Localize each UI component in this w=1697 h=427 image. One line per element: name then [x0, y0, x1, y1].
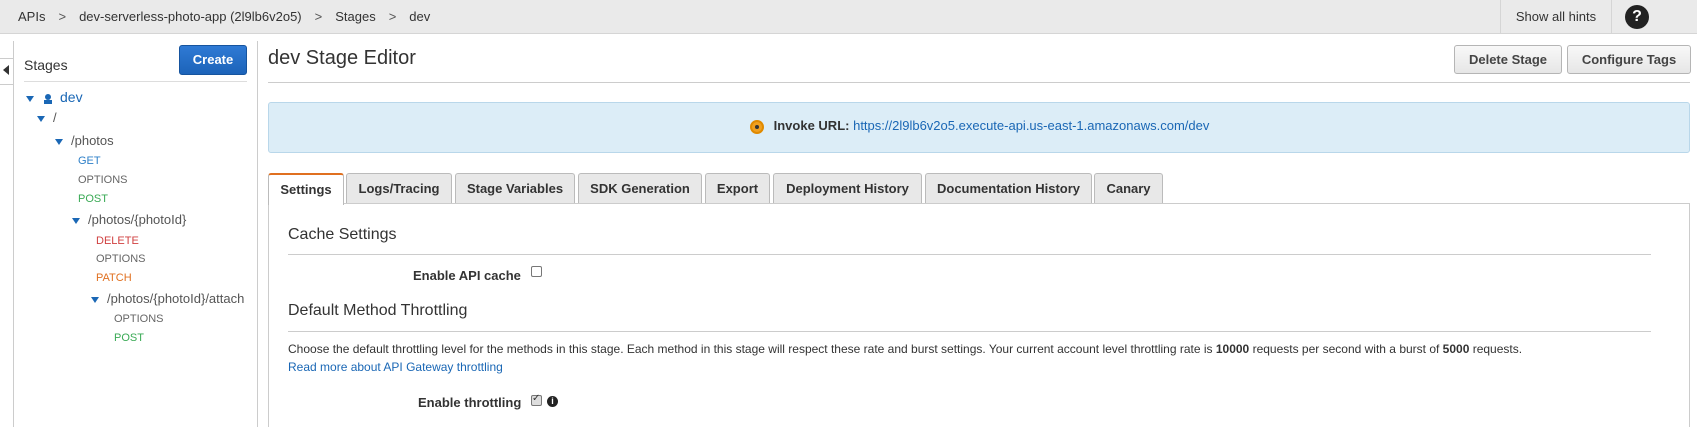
tab-logs-tracing[interactable]: Logs/Tracing [346, 173, 452, 203]
throttling-desc-text: requests per second with a burst of [1249, 342, 1443, 356]
tab-export[interactable]: Export [705, 173, 770, 203]
tab-sdk-generation[interactable]: SDK Generation [578, 173, 702, 203]
tree-item-attach[interactable]: /photos/{photoId}/attach [91, 291, 257, 306]
section-divider [288, 254, 1651, 255]
invoke-url-banner: Invoke URL: https://2l9lb6v2o5.execute-a… [268, 102, 1690, 153]
throttling-burst: 5000 [1442, 342, 1470, 356]
throttling-desc-text: requests. [1469, 342, 1523, 356]
expand-triangle-icon[interactable] [55, 138, 63, 145]
tree-item-root[interactable]: / [37, 110, 57, 125]
expand-triangle-icon[interactable] [91, 296, 99, 303]
enable-api-cache-checkbox[interactable] [531, 266, 542, 277]
tree-resource-label[interactable]: /photos/{photoId} [88, 212, 186, 227]
breadcrumb-dev: dev [409, 9, 431, 24]
invoke-url-link[interactable]: https://2l9lb6v2o5.execute-api.us-east-1… [853, 118, 1209, 133]
strip-box [0, 41, 14, 59]
expand-triangle-icon[interactable] [26, 95, 34, 102]
show-all-hints-button[interactable]: Show all hints [1500, 0, 1612, 34]
expand-triangle-icon[interactable] [37, 115, 45, 122]
stage-icon [44, 93, 52, 104]
help-icon[interactable]: ? [1625, 5, 1649, 29]
breadcrumb-stages[interactable]: Stages [335, 9, 375, 24]
tree-method-patch[interactable]: PATCH [96, 272, 132, 284]
panel-vertical-divider[interactable] [257, 41, 258, 427]
collapse-arrow-icon[interactable] [3, 65, 9, 75]
breadcrumb-separator: > [314, 9, 323, 24]
cache-settings-title: Cache Settings [288, 226, 397, 243]
read-more-throttling-link[interactable]: Read more about API Gateway throttling [288, 360, 503, 374]
throttling-description: Choose the default throttling level for … [288, 342, 1522, 356]
tree-method-options[interactable]: OPTIONS [78, 174, 128, 186]
title-divider [268, 82, 1690, 83]
tree-method-delete[interactable]: DELETE [96, 235, 139, 247]
tree-item-photo-id[interactable]: /photos/{photoId} [72, 212, 186, 227]
panel-divider [24, 81, 247, 82]
throttling-title: Default Method Throttling [288, 302, 468, 319]
tree-item-photos[interactable]: /photos [55, 133, 114, 148]
breadcrumb-separator: > [58, 9, 67, 24]
tree-method-options[interactable]: OPTIONS [114, 313, 164, 325]
tab-settings[interactable]: Settings [268, 173, 344, 205]
tree-method-post[interactable]: POST [78, 193, 108, 205]
tree-method-post[interactable]: POST [114, 332, 144, 344]
tab-deployment-history[interactable]: Deployment History [773, 173, 922, 203]
breadcrumb-api-name[interactable]: dev-serverless-photo-app (2l9lb6v2o5) [79, 9, 302, 24]
breadcrumb-separator: > [388, 9, 397, 24]
settings-panel [268, 203, 1690, 427]
create-stage-button[interactable]: Create [179, 45, 247, 75]
configure-tags-button[interactable]: Configure Tags [1567, 45, 1691, 74]
delete-stage-button[interactable]: Delete Stage [1454, 45, 1562, 74]
tab-stage-variables[interactable]: Stage Variables [455, 173, 575, 203]
section-divider [288, 331, 1651, 332]
stages-panel-title: Stages [24, 57, 68, 73]
tree-method-options[interactable]: OPTIONS [96, 253, 146, 265]
info-icon[interactable]: i [547, 396, 558, 407]
enable-throttling-label: Enable throttling [418, 395, 522, 410]
collapse-strip [0, 41, 14, 427]
tree-resource-label[interactable]: /photos/{photoId}/attach [107, 291, 244, 306]
tree-item-dev[interactable]: dev [26, 89, 83, 105]
invoke-status-icon [750, 119, 764, 134]
page-title: dev Stage Editor [268, 47, 416, 69]
breadcrumb: APIs > dev-serverless-photo-app (2l9lb6v2o… [18, 9, 430, 24]
tree-stage-label[interactable]: dev [60, 89, 83, 105]
enable-api-cache-label: Enable API cache [413, 268, 521, 283]
invoke-url-label: Invoke URL: [773, 118, 850, 133]
tab-documentation-history[interactable]: Documentation History [925, 173, 1092, 203]
enable-throttling-checkbox[interactable] [531, 393, 542, 406]
throttling-desc-text: Choose the default throttling level for … [288, 342, 1216, 356]
tree-resource-label[interactable]: /photos [71, 133, 114, 148]
top-bar: APIs > dev-serverless-photo-app (2l9lb6v2o… [0, 0, 1697, 34]
tab-canary[interactable]: Canary [1094, 173, 1163, 203]
expand-triangle-icon[interactable] [72, 217, 80, 224]
tree-method-get[interactable]: GET [78, 155, 101, 167]
breadcrumb-apis[interactable]: APIs [18, 9, 45, 24]
tree-resource-label[interactable]: / [53, 110, 57, 125]
throttling-rate: 10000 [1215, 342, 1250, 356]
invoke-url-row: Invoke URL: https://2l9lb6v2o5.execute-a… [750, 118, 1209, 134]
